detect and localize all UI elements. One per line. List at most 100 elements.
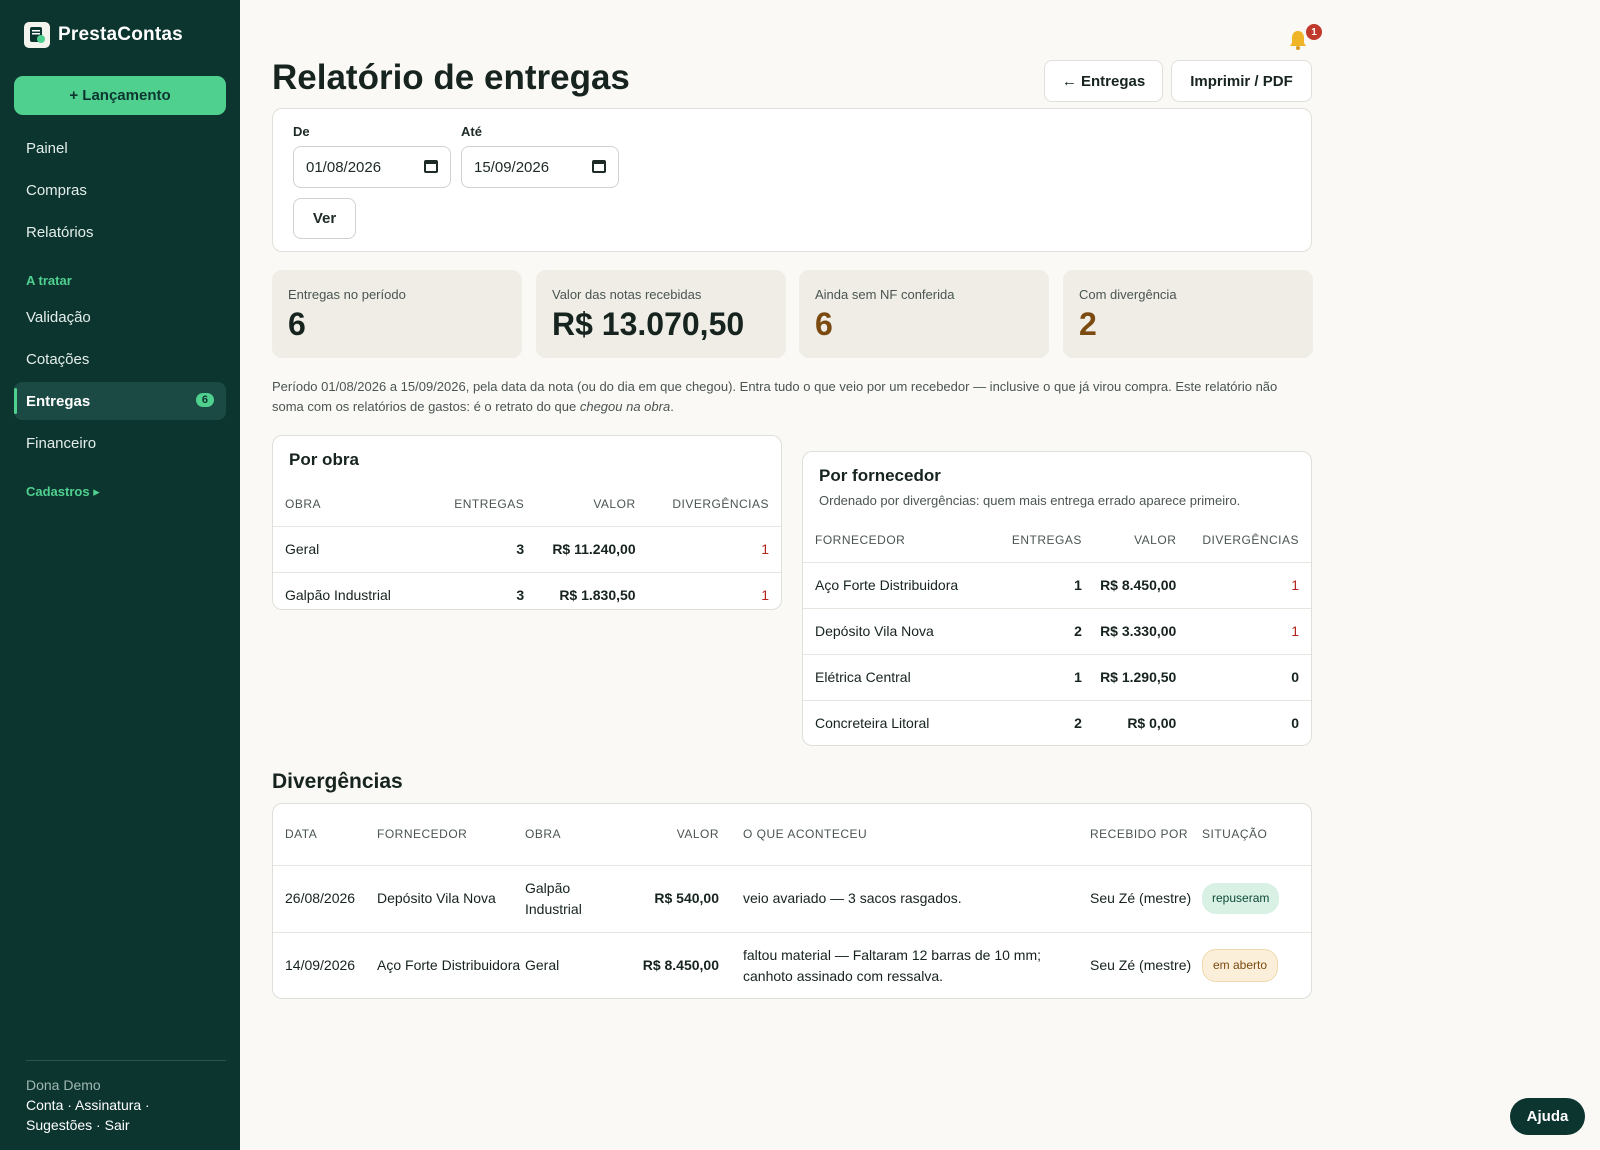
to-label: Até xyxy=(461,124,482,139)
view-button[interactable]: Ver xyxy=(293,198,356,239)
sidebar-divider xyxy=(26,1060,226,1061)
card-title: Por fornecedor xyxy=(819,466,941,485)
col-header: O QUE ACONTECEU xyxy=(743,827,868,842)
sidebar-item-compras[interactable]: Compras xyxy=(14,171,226,209)
divergences-title: Divergências xyxy=(272,770,403,793)
site-name: Geral xyxy=(273,525,431,572)
date: 14/09/2026 xyxy=(273,931,377,998)
period-note: Período 01/08/2026 a 15/09/2026, pela da… xyxy=(272,377,1312,417)
calendar-icon[interactable] xyxy=(424,160,438,173)
entregas-count-badge: 6 xyxy=(195,393,214,407)
by-site-table: OBRA ENTREGAS VALOR DIVERGÊNCIAS Geral 3… xyxy=(273,482,781,609)
col-header: DATA xyxy=(285,827,318,842)
table-row[interactable]: Concreteira Litoral 2 R$ 0,00 0 xyxy=(803,699,1311,745)
supplier-name: Elétrica Central xyxy=(803,653,996,700)
divergences-card: DATA FORNECEDOR OBRA VALOR O QUE ACONTEC… xyxy=(272,803,1312,999)
col-header: SITUAÇÃO xyxy=(1202,827,1268,842)
table-row[interactable]: 26/08/2026 Depósito Vila Nova Galpão Ind… xyxy=(273,864,1311,932)
supplier: Aço Forte Distribuidora xyxy=(377,931,525,998)
table-row[interactable]: Galpão Industrial 3 R$ 1.830,50 1 xyxy=(273,571,781,609)
stat-unchecked-invoices: Ainda sem NF conferida 6 xyxy=(799,270,1049,358)
to-date-value: 15/09/2026 xyxy=(474,158,550,176)
feedback-logout-links[interactable]: Sugestões · Sair xyxy=(26,1117,130,1133)
page-title: Relatório de entregas xyxy=(272,58,630,97)
table-row[interactable]: Aço Forte Distribuidora 1 R$ 8.450,00 1 xyxy=(803,561,1311,608)
supplier-name: Depósito Vila Nova xyxy=(803,607,996,654)
value: R$ 1.830,50 xyxy=(524,571,636,609)
supplier-name: Aço Forte Distribuidora xyxy=(803,561,996,608)
brand-name: PrestaContas xyxy=(58,24,183,45)
table-row[interactable]: Elétrica Central 1 R$ 1.290,50 0 xyxy=(803,653,1311,700)
date: 26/08/2026 xyxy=(273,864,377,932)
stat-label: Com divergência xyxy=(1079,287,1177,302)
divergence-count: 1 xyxy=(635,525,781,572)
notification-count-badge: 1 xyxy=(1306,24,1322,40)
calendar-icon[interactable] xyxy=(592,160,606,173)
col-header: ENTREGAS xyxy=(1011,532,1082,547)
stat-value: 6 xyxy=(815,306,833,342)
back-to-deliveries-button[interactable]: ← Entregas xyxy=(1044,60,1163,102)
divergence-count: 1 xyxy=(1176,607,1311,654)
by-site-card: Por obra OBRA ENTREGAS VALOR DIVERGÊNCIA… xyxy=(272,435,782,610)
from-label: De xyxy=(293,124,310,139)
from-date-input[interactable]: 01/08/2026 xyxy=(293,146,451,188)
value: R$ 540,00 xyxy=(625,864,719,932)
status-badge: em aberto xyxy=(1202,949,1279,983)
stat-label: Valor das notas recebidas xyxy=(552,287,702,302)
sidebar-item-financeiro[interactable]: Financeiro xyxy=(14,424,226,462)
by-supplier-card: Por fornecedor Ordenado por divergências… xyxy=(802,451,1312,746)
to-date-input[interactable]: 15/09/2026 xyxy=(461,146,619,188)
sidebar-item-relatorios[interactable]: Relatórios xyxy=(14,213,226,251)
stat-deliveries: Entregas no período 6 xyxy=(272,270,522,358)
sidebar-section-registry[interactable]: Cadastros ▸ xyxy=(26,484,100,500)
value: R$ 0,00 xyxy=(1081,699,1177,745)
help-button[interactable]: Ajuda xyxy=(1510,1098,1585,1135)
brand[interactable]: PrestaContas xyxy=(24,22,183,48)
value: R$ 3.330,00 xyxy=(1081,607,1177,654)
period-note-emphasis: chegou na obra xyxy=(579,399,671,414)
sidebar-item-validacao[interactable]: Validação xyxy=(14,298,226,336)
stat-value: R$ 13.070,50 xyxy=(552,306,745,342)
divergence-count: 1 xyxy=(1176,561,1311,608)
what-happened: faltou material — Faltaram 12 barras de … xyxy=(719,931,1090,998)
status-badge: repuseram xyxy=(1202,883,1280,914)
table-row[interactable]: Geral 3 R$ 11.240,00 1 xyxy=(273,525,781,572)
site: Galpão Industrial xyxy=(525,864,625,932)
col-header: RECEBIDO POR xyxy=(1090,827,1189,842)
print-pdf-button[interactable]: Imprimir / PDF xyxy=(1171,60,1312,102)
brand-logo-icon xyxy=(24,22,50,48)
card-subtitle: Ordenado por divergências: quem mais ent… xyxy=(819,493,1241,508)
col-header: FORNECEDOR xyxy=(815,532,906,547)
delivery-count: 2 xyxy=(995,699,1082,745)
new-entry-button[interactable]: + Lançamento xyxy=(14,76,226,115)
sidebar-item-cotacoes[interactable]: Cotações xyxy=(14,340,226,378)
delivery-count: 1 xyxy=(995,653,1082,700)
account-links[interactable]: Conta · Assinatura · xyxy=(26,1097,150,1113)
sidebar-item-label: Entregas xyxy=(26,392,91,410)
from-date-value: 01/08/2026 xyxy=(306,158,382,176)
sidebar-section-to-treat: A tratar xyxy=(26,273,72,288)
site: Geral xyxy=(525,931,625,998)
period-note-text: Período 01/08/2026 a 15/09/2026, pela da… xyxy=(272,379,1278,414)
sidebar: PrestaContas + Lançamento Painel Compras… xyxy=(0,0,240,1150)
received-by: Seu Zé (mestre) xyxy=(1090,864,1202,932)
divergence-count: 1 xyxy=(635,571,781,609)
stat-value: 2 xyxy=(1079,306,1097,342)
table-row[interactable]: 14/09/2026 Aço Forte Distribuidora Geral… xyxy=(273,931,1311,998)
divergences-table: DATA FORNECEDOR OBRA VALOR O QUE ACONTEC… xyxy=(273,804,1311,998)
col-header: FORNECEDOR xyxy=(377,827,468,842)
period-note-end: . xyxy=(670,399,674,414)
divergence-count: 0 xyxy=(1176,653,1311,700)
stat-divergences: Com divergência 2 xyxy=(1063,270,1313,358)
sidebar-item-painel[interactable]: Painel xyxy=(14,129,226,167)
sidebar-item-entregas[interactable]: Entregas 6 xyxy=(14,382,226,420)
col-header: VALOR xyxy=(593,496,636,511)
col-header: VALOR xyxy=(1134,532,1177,547)
delivery-count: 1 xyxy=(995,561,1082,608)
col-header: OBRA xyxy=(285,496,322,511)
sidebar-footer: Dona Demo Conta · Assinatura · Sugestões… xyxy=(26,1075,226,1135)
value: R$ 1.290,50 xyxy=(1081,653,1177,700)
filter-card: De 01/08/2026 Até 15/09/2026 Ver xyxy=(272,108,1312,252)
table-row[interactable]: Depósito Vila Nova 2 R$ 3.330,00 1 xyxy=(803,607,1311,654)
delivery-count: 3 xyxy=(430,525,525,572)
